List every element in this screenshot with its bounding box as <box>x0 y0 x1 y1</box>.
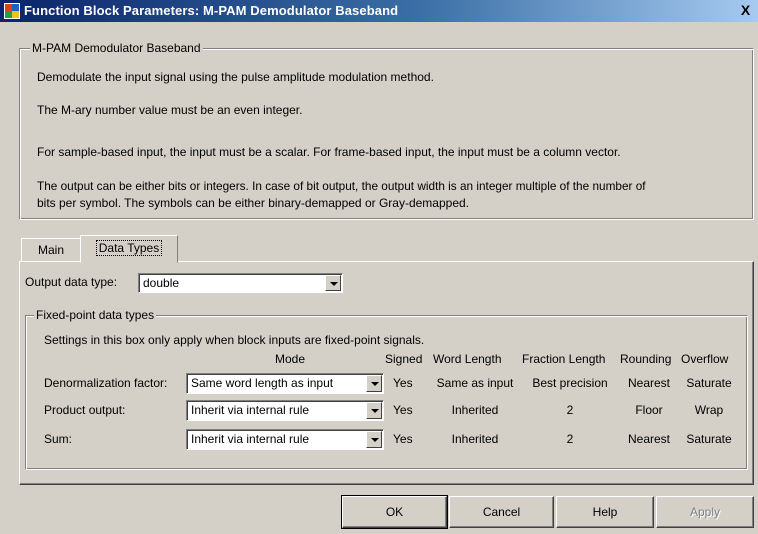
chevron-down-icon[interactable] <box>366 402 382 419</box>
output-data-type-select[interactable]: double <box>138 273 343 293</box>
sum-word-length: Inherited <box>451 432 499 446</box>
product-output-rounding: Floor <box>635 403 663 417</box>
apply-button[interactable]: Apply <box>656 496 754 528</box>
denormalization-mode-value: Same word length as input <box>191 376 334 390</box>
tab-main[interactable]: Main <box>21 238 81 261</box>
cancel-button[interactable]: Cancel <box>449 496 554 528</box>
product-output-mode-value: Inherit via internal rule <box>191 403 310 417</box>
product-output-word-length: Inherited <box>451 403 499 417</box>
product-output-signed: Yes <box>393 403 413 417</box>
description-line-3: For sample-based input, the input must b… <box>37 145 621 159</box>
header-fraction-length: Fraction Length <box>522 352 606 366</box>
output-data-type-label: Output data type: <box>25 275 118 289</box>
header-rounding: Rounding <box>620 352 672 366</box>
fixed-point-group-title: Fixed-point data types <box>34 308 157 322</box>
description-line-2: The M-ary number value must be an even i… <box>37 103 303 117</box>
tab-data-types-label: Data Types <box>95 240 163 256</box>
product-output-overflow: Wrap <box>694 403 724 417</box>
denormalization-word-length: Same as input <box>436 376 514 390</box>
denormalization-signed: Yes <box>393 376 413 390</box>
description-line-4a: The output can be either bits or integer… <box>37 179 646 193</box>
sum-mode-value: Inherit via internal rule <box>191 432 310 446</box>
output-data-type-value: double <box>143 276 180 290</box>
sum-fraction-length: 2 <box>566 432 574 446</box>
tab-main-label: Main <box>37 243 64 257</box>
title-bar: Function Block Parameters: M-PAM Demodul… <box>0 0 758 22</box>
tab-data-types[interactable]: Data Types <box>80 235 178 263</box>
header-word-length: Word Length <box>433 352 502 366</box>
denormalization-overflow: Saturate <box>686 376 732 390</box>
header-signed: Signed <box>385 352 423 366</box>
chevron-down-icon[interactable] <box>325 275 341 291</box>
denormalization-rounding: Nearest <box>627 376 671 390</box>
sum-overflow: Saturate <box>686 432 732 446</box>
help-button[interactable]: Help <box>556 496 654 528</box>
description-line-4b: bits per symbol. The symbols can be eith… <box>37 196 469 210</box>
chevron-down-icon[interactable] <box>366 375 382 392</box>
sum-mode-select[interactable]: Inherit via internal rule <box>186 429 384 450</box>
sum-signed: Yes <box>393 432 413 446</box>
denormalization-fraction-length: Best precision <box>532 376 608 390</box>
ok-button[interactable]: OK <box>341 495 448 529</box>
sum-rounding: Nearest <box>627 432 671 446</box>
chevron-down-icon[interactable] <box>366 431 382 448</box>
close-button[interactable]: X <box>737 2 754 19</box>
description-group-title: M-PAM Demodulator Baseband <box>30 41 203 55</box>
row-denormalization-label: Denormalization factor: <box>44 376 168 390</box>
header-mode: Mode <box>274 352 306 366</box>
product-output-fraction-length: 2 <box>566 403 574 417</box>
row-sum-label: Sum: <box>44 432 73 446</box>
window-title: Function Block Parameters: M-PAM Demodul… <box>24 3 399 18</box>
product-output-mode-select[interactable]: Inherit via internal rule <box>186 400 384 421</box>
row-product-output-label: Product output: <box>44 403 126 417</box>
simulink-block-icon <box>4 3 20 19</box>
header-overflow: Overflow <box>681 352 729 366</box>
denormalization-mode-select[interactable]: Same word length as input <box>186 373 384 394</box>
description-line-1: Demodulate the input signal using the pu… <box>37 70 434 84</box>
fixed-point-note: Settings in this box only apply when blo… <box>44 333 425 347</box>
